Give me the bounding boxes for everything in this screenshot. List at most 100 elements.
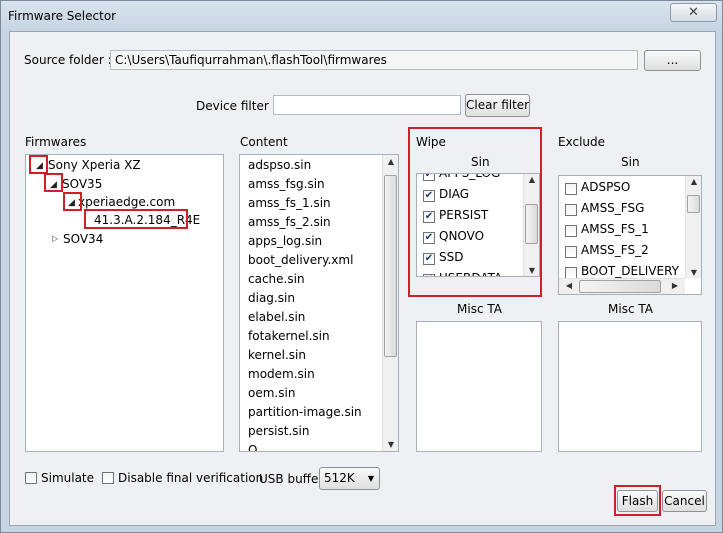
- content-list-item[interactable]: Q...: [248, 443, 269, 451]
- close-icon: ✕: [688, 5, 699, 20]
- annotation-box: [63, 192, 82, 211]
- exclude-item-label: AMSS_FS_2: [581, 243, 649, 257]
- content-list-item[interactable]: diag.sin: [248, 291, 295, 305]
- content-list-item[interactable]: amss_fs_2.sin: [248, 215, 331, 229]
- content-list-item[interactable]: kernel.sin: [248, 348, 306, 362]
- firmware-selector-window: Firmware Selector ✕ Source folder : C:\U…: [0, 0, 723, 533]
- scroll-up-icon[interactable]: ▲: [524, 175, 539, 184]
- content-list[interactable]: adspso.sin amss_fsg.sin amss_fs_1.sin amss_…: [239, 154, 399, 452]
- checkmark-icon: ✔: [424, 173, 434, 180]
- exclude-checkbox[interactable]: [565, 204, 577, 216]
- content-list-item[interactable]: oem.sin: [248, 386, 295, 400]
- wipe-checkbox[interactable]: ✔: [423, 274, 435, 277]
- collapsed-triangle-icon[interactable]: ▷: [52, 234, 58, 243]
- exclude-checkbox[interactable]: [565, 225, 577, 237]
- title-bar[interactable]: Firmware Selector ✕: [1, 1, 722, 31]
- wipe-sin-list[interactable]: ✔ APPS_LOG ✔ DIAG ✔ PERSIST ✔ QNOVO ✔ SSD ✔ USERDAT…: [416, 173, 540, 277]
- exclude-misc-ta-list[interactable]: [558, 321, 702, 452]
- cancel-button[interactable]: Cancel: [662, 490, 707, 512]
- exclude-header: Exclude: [558, 135, 606, 149]
- flash-button[interactable]: Flash: [617, 490, 658, 512]
- exclude-vscrollbar[interactable]: ▲ ▼: [685, 176, 701, 278]
- disable-verification-checkbox[interactable]: [102, 472, 114, 484]
- scroll-thumb[interactable]: [384, 175, 397, 357]
- source-folder-label: Source folder :: [24, 53, 112, 67]
- content-list-item[interactable]: modem.sin: [248, 367, 315, 381]
- content-list-item[interactable]: elabel.sin: [248, 310, 305, 324]
- wipe-misc-ta-list[interactable]: [416, 321, 542, 452]
- simulate-checkbox[interactable]: [25, 472, 37, 484]
- device-filter-label: Device filter :: [196, 99, 277, 113]
- tree-node-sony-xperia-xz[interactable]: Sony Xperia XZ: [48, 158, 141, 172]
- exclude-sin-label: Sin: [621, 155, 640, 169]
- content-list-item[interactable]: amss_fs_1.sin: [248, 196, 331, 210]
- scroll-right-icon[interactable]: ▶: [667, 281, 683, 290]
- scroll-up-icon[interactable]: ▲: [383, 157, 398, 166]
- content-list-item[interactable]: partition-image.sin: [248, 405, 362, 419]
- wipe-checkbox[interactable]: ✔: [423, 232, 435, 244]
- content-list-item[interactable]: boot_delivery.xml: [248, 253, 353, 267]
- wipe-checkbox[interactable]: ✔: [423, 173, 435, 181]
- exclude-hscrollbar[interactable]: ◀ ▶: [559, 278, 685, 294]
- scroll-down-icon[interactable]: ▼: [686, 268, 701, 277]
- scroll-up-icon[interactable]: ▲: [686, 177, 701, 186]
- exclude-item-label: AMSS_FS_1: [581, 222, 649, 236]
- exclude-sin-list[interactable]: ADSPSO AMSS_FSG AMSS_FS_1 AMSS_FS_2 BOOT_DEL…: [558, 175, 702, 295]
- wipe-scrollbar[interactable]: ▲ ▼: [523, 174, 539, 276]
- close-button[interactable]: ✕: [670, 3, 717, 22]
- firmwares-header: Firmwares: [25, 135, 87, 149]
- wipe-misc-ta-label: Misc TA: [457, 302, 502, 316]
- chevron-down-icon: ▼: [367, 474, 374, 483]
- exclude-checkbox[interactable]: [565, 183, 577, 195]
- annotation-box: [44, 173, 63, 192]
- wipe-header: Wipe: [416, 135, 446, 149]
- usb-buffer-value: 512K: [324, 471, 355, 485]
- exclude-item-label: BOOT_DELIVERY: [581, 264, 679, 278]
- wipe-checkbox[interactable]: ✔: [423, 190, 435, 202]
- content-list-item[interactable]: amss_fsg.sin: [248, 177, 325, 191]
- content-list-item[interactable]: adspso.sin: [248, 158, 311, 172]
- usb-buffer-label: USB buffer: [259, 472, 324, 486]
- wipe-checkbox[interactable]: ✔: [423, 211, 435, 223]
- scroll-thumb[interactable]: [525, 204, 538, 244]
- checkmark-icon: ✔: [424, 211, 434, 222]
- tree-node-sov34[interactable]: SOV34: [63, 232, 103, 246]
- content-list-item[interactable]: apps_log.sin: [248, 234, 322, 248]
- annotation-box: [84, 209, 188, 229]
- content-list-item[interactable]: persist.sin: [248, 424, 309, 438]
- exclude-misc-ta-label: Misc TA: [608, 302, 653, 316]
- usb-buffer-select[interactable]: 512K ▼: [319, 467, 380, 490]
- wipe-item-label: QNOVO: [439, 229, 485, 243]
- annotation-box: [29, 155, 48, 174]
- checkmark-icon: ✔: [424, 253, 434, 264]
- exclude-checkbox[interactable]: [565, 246, 577, 258]
- content-header: Content: [240, 135, 288, 149]
- scroll-down-icon[interactable]: ▼: [383, 440, 398, 449]
- checkmark-icon: ✔: [425, 274, 433, 277]
- clear-filter-button[interactable]: Clear filter: [465, 94, 530, 117]
- wipe-item-label: APPS_LOG: [439, 173, 501, 180]
- scroll-thumb[interactable]: [687, 195, 700, 213]
- content-list-item[interactable]: fotakernel.sin: [248, 329, 330, 343]
- scroll-down-icon[interactable]: ▼: [524, 266, 539, 275]
- content-scrollbar[interactable]: ▲ ▼: [382, 155, 398, 451]
- dialog-body: Source folder : C:\Users\Taufiqurrahman\…: [9, 31, 716, 526]
- checkmark-icon: ✔: [424, 190, 434, 201]
- simulate-label: Simulate: [41, 471, 95, 485]
- firmwares-tree: ◢ Sony Xperia XZ ◢ SOV35 ◢ xperiaedge.co…: [25, 154, 224, 452]
- scroll-left-icon[interactable]: ◀: [561, 281, 577, 290]
- wipe-sin-label: Sin: [471, 155, 490, 169]
- wipe-item-label: PERSIST: [439, 208, 489, 222]
- source-folder-field[interactable]: C:\Users\Taufiqurrahman\.flashTool\firmw…: [110, 50, 638, 70]
- wipe-item-label: USERDATA: [439, 271, 502, 276]
- wipe-checkbox[interactable]: ✔: [423, 253, 435, 265]
- browse-button[interactable]: ...: [644, 50, 701, 71]
- exclude-item-label: ADSPSO: [581, 180, 631, 194]
- tree-node-xperiaedge[interactable]: xperiaedge.com: [78, 195, 175, 209]
- window-title: Firmware Selector: [8, 9, 117, 23]
- scroll-thumb[interactable]: [579, 280, 661, 293]
- device-filter-input[interactable]: [273, 95, 461, 115]
- tree-node-sov35[interactable]: SOV35: [62, 177, 102, 191]
- content-list-item[interactable]: cache.sin: [248, 272, 305, 286]
- wipe-item-label: SSD: [439, 250, 464, 264]
